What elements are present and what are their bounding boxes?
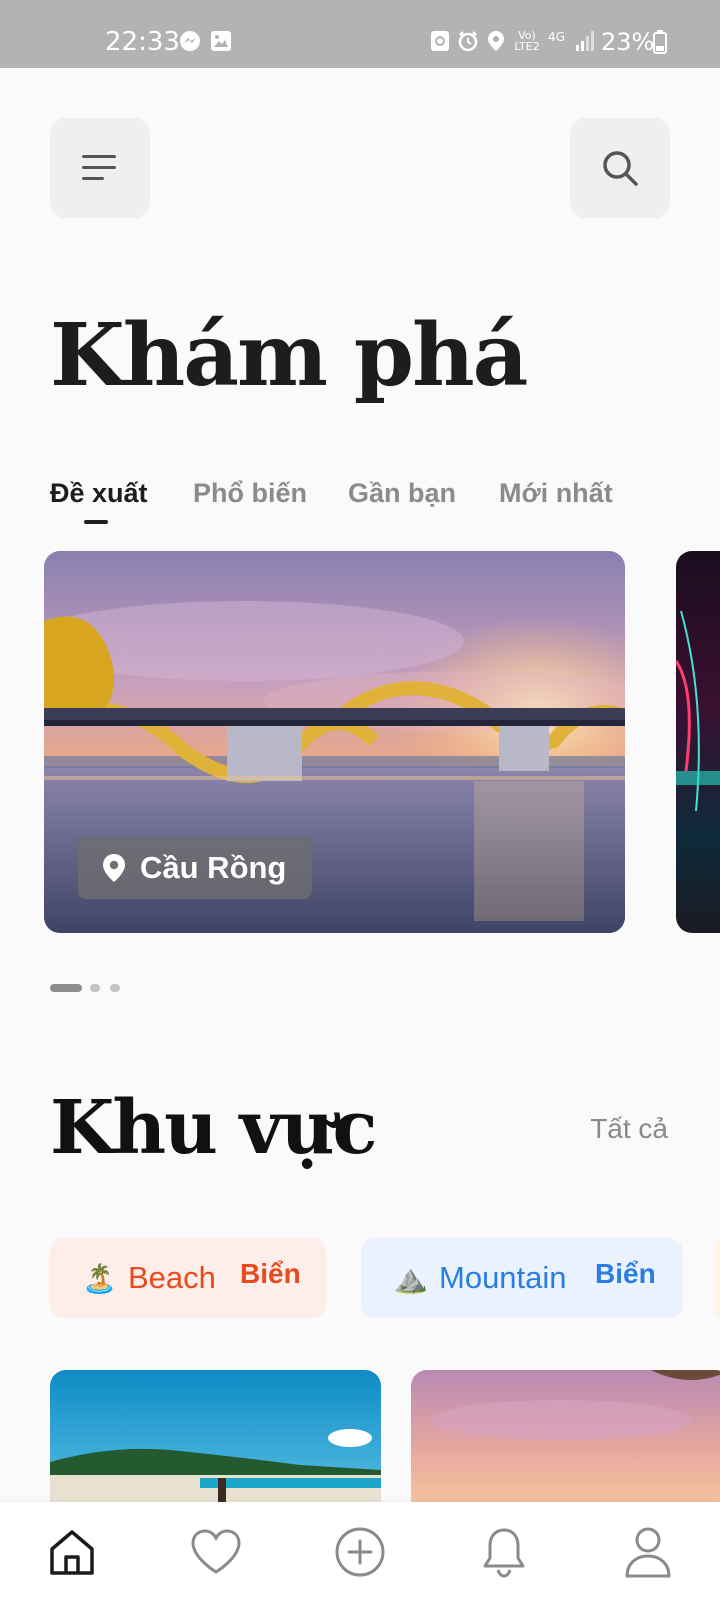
chip-name: Mountain	[439, 1260, 567, 1295]
region-card-sunset[interactable]	[411, 1370, 720, 1510]
chip-name: Beach	[128, 1260, 216, 1295]
heart-icon	[191, 1529, 241, 1574]
menu-icon	[82, 155, 116, 180]
messenger-icon	[180, 31, 200, 51]
user-icon	[625, 1527, 671, 1578]
mountain-icon: ⛰️	[393, 1263, 428, 1294]
gallery-icon	[211, 31, 231, 51]
volte-label: Vo) LTE2	[514, 29, 540, 53]
nav-notifications[interactable]	[476, 1524, 532, 1580]
bell-icon	[483, 1528, 525, 1578]
see-all-link[interactable]: Tất cả	[590, 1113, 668, 1145]
status-bar: 22:33 Vo) LTE2 4G 23%	[0, 0, 720, 68]
map-pin-icon	[103, 854, 125, 882]
search-button[interactable]	[570, 118, 670, 218]
sync-icon	[431, 31, 449, 51]
nav-home[interactable]	[44, 1524, 100, 1580]
featured-card[interactable]: Cầu Rồng	[44, 551, 625, 933]
beach-icon: 🏝️	[82, 1263, 117, 1294]
chip-sub: Biển	[240, 1258, 301, 1289]
regions-title: Khu vực	[50, 1085, 378, 1171]
signal-icon	[576, 31, 594, 51]
carousel-dot-active[interactable]	[50, 984, 82, 992]
location-badge[interactable]: Cầu Rồng	[78, 837, 312, 899]
battery-icon	[653, 30, 667, 54]
location-icon	[488, 31, 504, 51]
tab-newest[interactable]: Mới nhất	[499, 478, 613, 509]
tab-indicator	[84, 520, 108, 524]
beach-photo	[50, 1370, 381, 1510]
bottom-navigation	[0, 1502, 720, 1600]
region-chip-mountain[interactable]: ⛰️ Mountain Biển	[361, 1238, 683, 1318]
location-name: Cầu Rồng	[140, 850, 287, 885]
region-card-beach[interactable]	[50, 1370, 381, 1510]
search-icon	[603, 151, 638, 186]
nav-favorites[interactable]	[188, 1524, 244, 1580]
region-chip-beach[interactable]: 🏝️ Beach Biển	[50, 1238, 326, 1318]
battery-percent: 23%	[601, 28, 655, 56]
tab-popular[interactable]: Phổ biến	[193, 478, 307, 509]
menu-button[interactable]	[50, 118, 150, 218]
home-icon	[50, 1530, 94, 1575]
tab-nearby[interactable]: Gần bạn	[348, 478, 456, 509]
night-city-photo	[676, 610, 720, 812]
region-chip-partial[interactable]	[716, 1238, 720, 1318]
next-card-preview[interactable]	[676, 551, 720, 933]
network-type: 4G	[548, 30, 565, 44]
status-time: 22:33	[105, 27, 180, 57]
plus-circle-icon	[335, 1527, 385, 1577]
page-title: Khám phá	[50, 305, 528, 406]
nav-profile[interactable]	[620, 1524, 676, 1580]
tab-suggested[interactable]: Đề xuất	[50, 478, 148, 509]
nav-add[interactable]	[332, 1524, 388, 1580]
sunset-photo	[411, 1370, 720, 1510]
chip-sub: Biển	[595, 1258, 656, 1289]
carousel-dot[interactable]	[90, 984, 100, 992]
alarm-icon	[458, 31, 478, 52]
carousel-dot[interactable]	[110, 984, 120, 992]
